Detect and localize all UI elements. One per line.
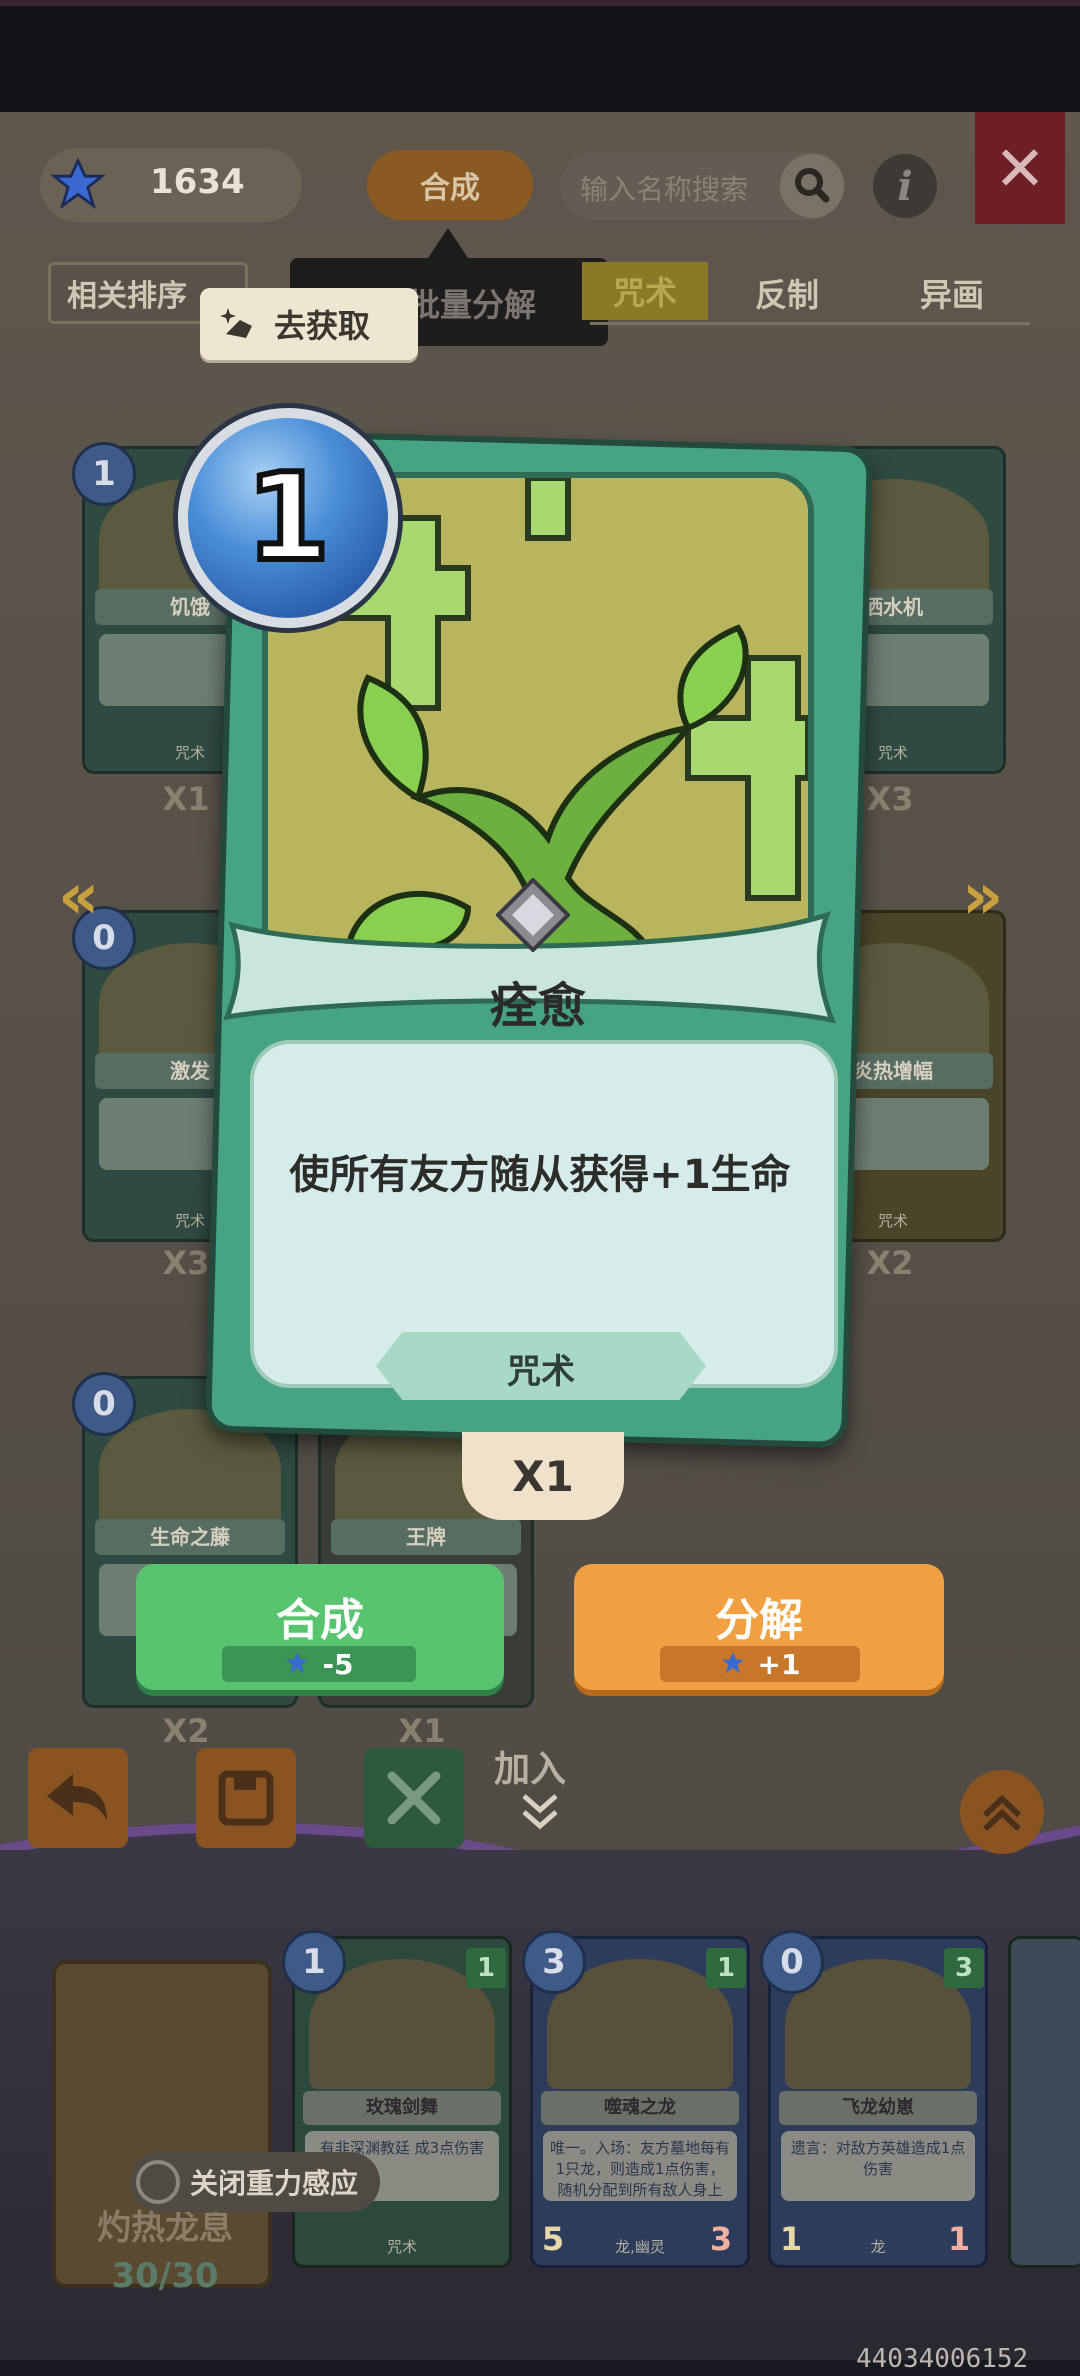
user-id: 44034006152: [856, 2344, 1029, 2374]
tab-alt-art[interactable]: 异画: [920, 270, 984, 316]
card-cost: 0: [760, 1930, 824, 1994]
craft-cost: -5: [222, 1646, 416, 1682]
crystal-count: 1634: [150, 162, 245, 202]
card-name: 生命之藤: [95, 1519, 285, 1555]
mana-cost-orb: 1: [178, 408, 398, 628]
crystal-icon: [721, 1652, 744, 1674]
toggle-circle-icon: [136, 2160, 180, 2204]
card-quantity: X2: [866, 1244, 914, 1282]
add-to-deck-label[interactable]: 加入: [494, 1740, 566, 1792]
search-placeholder: 输入名称搜索: [580, 173, 749, 206]
card-copies: 3: [944, 1948, 984, 1988]
sparkle-hand-icon: [220, 308, 252, 338]
disenchant-button-label: 分解: [715, 1595, 803, 1646]
tooltip-arrow: [428, 228, 468, 258]
back-arrow-icon: [47, 1774, 107, 1820]
obtain-label: 去获取: [274, 307, 371, 345]
disenchant-gain: +1: [660, 1646, 860, 1682]
rarity-gem-icon: [496, 878, 570, 952]
disenchant-gain-value: +1: [757, 1647, 801, 1681]
card-health: 3: [709, 2220, 733, 2258]
card-cost: 1: [72, 442, 136, 506]
card-description: 遗言：对敌方英雄造成1点伤害: [781, 2131, 975, 2201]
card-cost: 0: [72, 1372, 136, 1436]
craft-cost-value: -5: [322, 1647, 354, 1681]
card-name: 玫瑰剑舞: [303, 2091, 501, 2125]
card-name: 飞龙幼崽: [779, 2091, 977, 2125]
expand-up-button[interactable]: [960, 1770, 1044, 1854]
craft-button-label: 合成: [276, 1595, 364, 1646]
card-quantity: X2: [162, 1712, 210, 1750]
card-attack: 1: [779, 2220, 803, 2258]
crystal-icon: [50, 158, 106, 210]
chevron-up-icon: [982, 1794, 1022, 1832]
info-button[interactable]: i: [873, 154, 937, 218]
card-description: 唯一。入场：友方墓地每有1只龙，则造成1点伤害，随机分配到所有敌人身上: [543, 2131, 737, 2201]
owned-count: X1: [462, 1432, 624, 1520]
top-status-bar: [0, 0, 1080, 112]
battle-button[interactable]: [364, 1748, 464, 1848]
card-name: 痊愈: [489, 978, 586, 1034]
card-quantity: X1: [398, 1712, 446, 1750]
obtain-button[interactable]: 去获取: [200, 288, 418, 360]
card-description: 使所有友方随从获得+1生命: [289, 1152, 791, 1198]
batch-disenchant-label: 批量分解: [408, 286, 537, 324]
crossed-swords-icon: [387, 1771, 441, 1825]
deck-count: 30/30: [111, 2256, 219, 2296]
gravity-sensor-toggle[interactable]: 关闭重力感应: [130, 2152, 380, 2212]
save-button[interactable]: [196, 1748, 296, 1848]
card-cost: 1: [282, 1930, 346, 1994]
gravity-toggle-label: 关闭重力感应: [190, 2167, 359, 2200]
card-health: 1: [947, 2220, 971, 2258]
card-type: 咒术: [386, 2238, 417, 2256]
next-page-arrow-icon[interactable]: »: [962, 860, 1003, 934]
tab-counter[interactable]: 反制: [755, 270, 819, 316]
save-icon: [218, 1770, 274, 1826]
card-name: 噬魂之龙: [541, 2091, 739, 2125]
card-attack: 5: [541, 2220, 565, 2258]
back-button[interactable]: [28, 1748, 128, 1848]
crystal-icon: [286, 1652, 309, 1674]
craft-tab[interactable]: 合成: [367, 150, 533, 220]
chevron-down-icon: [522, 1794, 558, 1830]
search-icon: [795, 168, 830, 203]
card-copies: 1: [706, 1948, 746, 1988]
tab-underline: [590, 322, 1030, 325]
card-type: 咒术: [507, 1352, 575, 1392]
card-cost: 3: [522, 1930, 586, 1994]
card-name: 王牌: [331, 1519, 521, 1555]
close-button[interactable]: ✕: [975, 112, 1065, 224]
card-copies: 1: [466, 1948, 506, 1988]
prev-page-arrow-icon[interactable]: «: [58, 860, 99, 934]
tab-spell[interactable]: 咒术: [582, 262, 708, 320]
search-button[interactable]: [780, 154, 844, 218]
card-cost: 1: [243, 446, 332, 591]
deck-card-partial[interactable]: [1008, 1936, 1080, 2268]
